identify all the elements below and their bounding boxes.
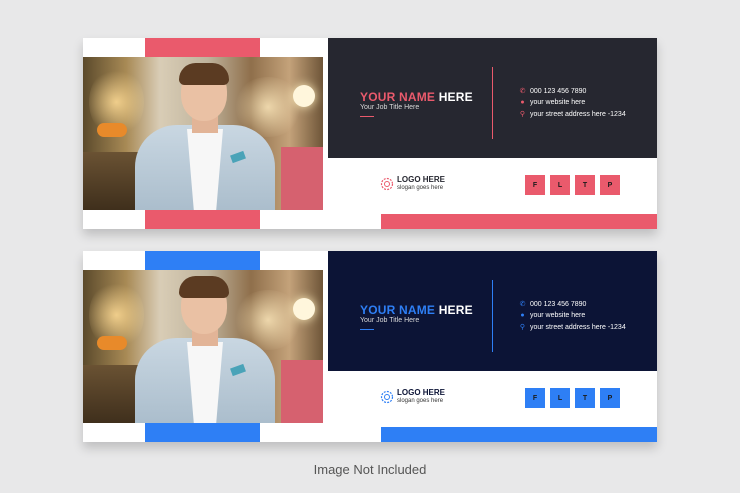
accent-bar-bottom-right: [381, 427, 657, 442]
globe-icon: ●: [520, 312, 525, 319]
logo-slogan: slogan goes here: [397, 185, 444, 191]
company-logo: LOGO HERE slogan goes here: [380, 389, 445, 405]
contact-address: ⚲ your street address here -1234: [519, 323, 626, 332]
twitter-button[interactable]: T: [575, 175, 595, 195]
email-signature-card-blue: YOUR NAME HERE Your Job Title Here ✆ 000…: [83, 251, 657, 442]
logo-icon: [380, 390, 394, 404]
profile-photo: [83, 57, 323, 210]
globe-icon: ●: [520, 99, 525, 106]
contact-phone: ✆ 000 123 456 7890: [519, 300, 587, 309]
name-highlight: YOUR NAME: [360, 303, 436, 317]
name-heading: YOUR NAME HERE: [360, 90, 473, 104]
email-signature-card-red: YOUR NAME HERE Your Job Title Here ✆ 000…: [83, 38, 657, 229]
logo-title: LOGO HERE: [397, 388, 446, 397]
phone-icon: ✆: [519, 301, 526, 308]
job-title: Your Job Title Here: [360, 317, 420, 324]
location-pin-icon: ⚲: [519, 324, 526, 331]
name-heading: YOUR NAME HERE: [360, 303, 473, 317]
profile-photo: [83, 270, 323, 423]
name-rest: HERE: [438, 90, 473, 104]
pinterest-button[interactable]: P: [600, 175, 620, 195]
accent-bar-top: [145, 251, 260, 270]
name-rest: HERE: [438, 303, 473, 317]
title-underline: [360, 116, 374, 117]
info-panel: YOUR NAME HERE Your Job Title Here ✆ 000…: [328, 251, 657, 371]
vertical-divider: [492, 67, 493, 139]
title-underline: [360, 329, 374, 330]
contact-phone: ✆ 000 123 456 7890: [519, 87, 587, 96]
facebook-button[interactable]: F: [525, 388, 545, 408]
contact-website[interactable]: ● your website here: [518, 99, 585, 106]
linkedin-button[interactable]: L: [550, 388, 570, 408]
location-pin-icon: ⚲: [519, 111, 526, 118]
logo-slogan: slogan goes here: [397, 398, 444, 404]
company-logo: LOGO HERE slogan goes here: [380, 176, 445, 192]
accent-bar-bottom-right: [381, 214, 657, 229]
footer-note: Image Not Included: [313, 462, 427, 477]
phone-icon: ✆: [519, 88, 526, 95]
accent-bar-top: [145, 38, 260, 57]
job-title: Your Job Title Here: [360, 104, 420, 111]
info-panel: YOUR NAME HERE Your Job Title Here ✆ 000…: [328, 38, 657, 158]
twitter-button[interactable]: T: [575, 388, 595, 408]
pinterest-button[interactable]: P: [600, 388, 620, 408]
logo-title: LOGO HERE: [397, 175, 446, 184]
linkedin-button[interactable]: L: [550, 175, 570, 195]
vertical-divider: [492, 280, 493, 352]
logo-icon: [380, 177, 394, 191]
accent-bar-bottom-left: [145, 423, 260, 442]
facebook-button[interactable]: F: [525, 175, 545, 195]
contact-address: ⚲ your street address here -1234: [519, 110, 626, 119]
name-highlight: YOUR NAME: [360, 90, 436, 104]
contact-website[interactable]: ● your website here: [518, 312, 585, 319]
accent-bar-bottom-left: [145, 210, 260, 229]
